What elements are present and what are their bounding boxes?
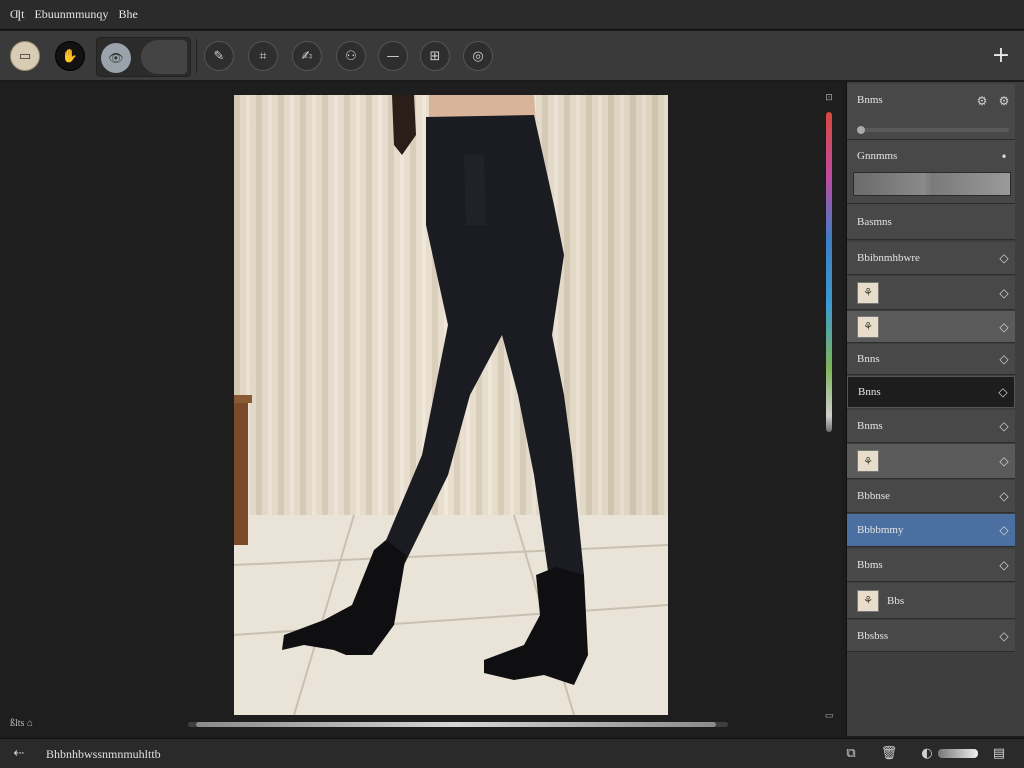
visibility-icon[interactable]: ◇	[993, 489, 1015, 503]
add-icon[interactable]: +	[988, 43, 1014, 69]
frame-icon[interactable]: ▭	[10, 41, 40, 71]
panel-header-label: Bnms	[857, 94, 883, 106]
visibility-icon[interactable]: ◇	[992, 385, 1014, 399]
layers-panel: Bnms ⚙ ⚙ Gnnmms • Basmns Bbibnmhbwre ◇ ⚘ ◇ ⚘…	[846, 82, 1024, 736]
brightness-icon[interactable]: ◐	[918, 745, 936, 763]
layer-label: Bbms	[857, 559, 883, 571]
layer-label: Bbibnmhbwre	[857, 252, 920, 264]
pen-icon[interactable]: ✎	[204, 41, 234, 71]
photo-canvas[interactable]	[234, 95, 668, 715]
hand-icon[interactable]: ✋	[55, 41, 85, 71]
scrollbar-thumb[interactable]	[196, 722, 716, 727]
view-toggle[interactable]: 👁	[96, 37, 191, 77]
menu-edit[interactable]: Bhe	[118, 7, 137, 22]
brush-icon[interactable]: ✍	[292, 41, 322, 71]
layers-icon[interactable]: ⧉	[842, 745, 860, 763]
layer-thumbnail: ⚘	[857, 589, 879, 612]
layer-label: Bnns	[857, 353, 880, 365]
visibility-icon[interactable]: ◇	[993, 419, 1015, 433]
title-bar: Ƣt Ebuunmmunqy Bhe	[0, 0, 1024, 30]
target-icon[interactable]: ◎	[463, 41, 493, 71]
crop-icon[interactable]: ⌗	[248, 41, 278, 71]
document-icon[interactable]: ▤	[990, 745, 1008, 763]
settings-icon[interactable]: ⚙	[971, 94, 993, 108]
layer-row[interactable]: Bbbbmmy ◇	[847, 514, 1015, 547]
visibility-icon[interactable]: ◇	[993, 320, 1015, 334]
layer-label: Bbbbmmy	[857, 524, 904, 536]
toggle-track[interactable]	[141, 40, 187, 74]
visibility-icon[interactable]: ◇	[993, 523, 1015, 537]
menu-file[interactable]: Ebuunmmunqy	[34, 7, 108, 22]
eye-icon[interactable]: 👁	[101, 43, 131, 73]
back-icon[interactable]: ⇠	[10, 745, 28, 763]
horizontal-scrollbar[interactable]	[188, 722, 728, 727]
layer-row[interactable]: Bbbnse ◇	[847, 480, 1015, 513]
layer-row[interactable]: Bbibnmhbwre ◇	[847, 242, 1015, 275]
layer-label: Bnms	[857, 420, 883, 432]
opacity-knob[interactable]	[857, 126, 865, 134]
zoom-label[interactable]: ßlts ⌂	[10, 718, 33, 729]
portrait-icon[interactable]: ⚇	[336, 41, 366, 71]
visibility-icon[interactable]: ◇	[993, 286, 1015, 300]
status-text: Bhbnhbwssnmnmuhlttb	[46, 747, 161, 761]
grid-icon[interactable]: ⊞	[420, 41, 450, 71]
app-icon[interactable]: Ƣt	[10, 7, 24, 22]
trash-icon[interactable]: 🗑	[880, 745, 898, 763]
layer-label: Bbsbss	[857, 629, 889, 642]
layer-label: Bnns	[858, 386, 881, 398]
toolbar: ▭ ✋ 👁 ✎ ⌗ ✍ ⚇ — ⊞ ◎ +	[0, 31, 1024, 81]
layer-row[interactable]: Bnms ◇	[847, 410, 1015, 443]
layer-row[interactable]: ⚘ ◇	[847, 444, 1015, 479]
collapse-icon[interactable]: ▭	[823, 710, 835, 722]
gear-icon[interactable]: ⚙	[993, 94, 1015, 108]
layer-label: Bbs	[887, 594, 905, 607]
visibility-icon[interactable]: ◇	[993, 454, 1015, 468]
photo-image	[234, 95, 668, 715]
layer-thumbnail: ⚘	[857, 315, 879, 338]
fill-label: Gnnmms	[857, 150, 898, 162]
visibility-icon[interactable]: ◇	[993, 629, 1015, 643]
expand-icon[interactable]: ⊡	[823, 92, 835, 104]
layer-thumbnail: ⚘	[857, 450, 879, 472]
visibility-icon[interactable]: ◇	[993, 251, 1015, 265]
fill-swatch[interactable]	[853, 172, 1011, 196]
line-icon[interactable]: —	[378, 41, 408, 71]
layer-row[interactable]: Bbsbss ◇	[847, 620, 1015, 652]
layer-row[interactable]: Bnns ◇	[847, 376, 1015, 408]
section-header: Basmns	[847, 204, 1015, 240]
layer-label: Bbbnse	[857, 490, 890, 502]
opacity-slider[interactable]	[857, 126, 1009, 134]
canvas-area[interactable]: ⊡ ▭ ßlts ⌂	[0, 82, 842, 736]
layer-row[interactable]: ⚘ ◇	[847, 276, 1015, 310]
layer-row[interactable]: ⚘ Bbs	[847, 583, 1015, 619]
color-range-bar[interactable]	[826, 112, 832, 432]
visibility-icon[interactable]: ◇	[993, 558, 1015, 572]
layer-row[interactable]: ⚘ ◇	[847, 311, 1015, 343]
status-bar: ⇠ Bhbnhbwssnmnmuhlttb ⧉ 🗑 ◐ ▤	[0, 738, 1024, 768]
section-label: Basmns	[857, 215, 892, 228]
layer-thumbnail: ⚘	[857, 281, 879, 304]
pin-icon[interactable]: •	[993, 150, 1015, 164]
layer-row[interactable]: Bbms ◇	[847, 549, 1015, 582]
visibility-icon[interactable]: ◇	[993, 352, 1015, 366]
brightness-meter[interactable]	[938, 749, 978, 758]
panel-header: Bnms ⚙ ⚙	[847, 84, 1015, 140]
toolbar-divider	[196, 39, 197, 73]
layer-row[interactable]: Bnns ◇	[847, 344, 1015, 375]
